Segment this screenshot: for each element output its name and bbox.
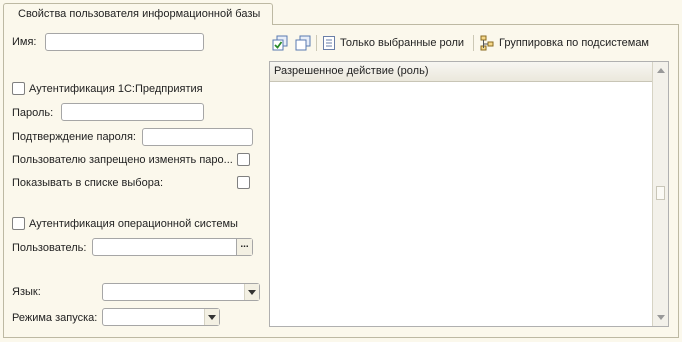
group-by-subsystems-button[interactable]: Группировка по подсистемам (479, 35, 649, 51)
language-select[interactable] (102, 283, 260, 301)
roles-table[interactable]: Разрешенное действие (роль) (269, 61, 669, 327)
tab-user-properties[interactable]: Свойства пользователя информационной баз… (3, 3, 273, 25)
language-label: Язык: (12, 286, 41, 298)
os-user-input[interactable]: ... (92, 238, 253, 256)
scroll-up-icon[interactable] (657, 68, 665, 73)
only-selected-roles-label: Только выбранные роли (340, 37, 465, 49)
auth-1c-checkbox[interactable] (12, 82, 25, 95)
tab-label: Свойства пользователя информационной баз… (18, 8, 261, 20)
group-by-subsystems-label: Группировка по подсистемам (499, 37, 649, 49)
column-header-role[interactable]: Разрешенное действие (роль) (270, 62, 652, 82)
show-in-list-label: Показывать в списке выбора: (12, 177, 164, 189)
confirm-password-input[interactable] (142, 128, 253, 146)
hierarchy-icon (480, 35, 494, 51)
user-label: Пользователь: (12, 242, 87, 254)
only-selected-roles-button[interactable]: Только выбранные роли (322, 35, 464, 51)
chevron-down-icon[interactable] (244, 284, 259, 300)
os-auth-checkbox[interactable] (12, 217, 25, 230)
select-user-button[interactable]: ... (236, 239, 252, 255)
uncheck-all-icon[interactable] (295, 35, 311, 51)
vertical-scrollbar[interactable] (652, 62, 668, 326)
forbid-password-change-checkbox[interactable] (237, 153, 250, 166)
scroll-down-icon[interactable] (657, 315, 665, 320)
check-all-icon[interactable] (272, 35, 288, 51)
name-label: Имя: (12, 36, 37, 48)
password-input[interactable] (61, 103, 204, 121)
launch-mode-label: Режима запуска: (12, 312, 98, 324)
toolbar-separator (316, 35, 317, 51)
scroll-thumb[interactable] (656, 186, 665, 200)
name-input[interactable] (45, 33, 204, 51)
chevron-down-icon[interactable] (204, 309, 219, 325)
password-label: Пароль: (12, 107, 54, 119)
auth-1c-label: Аутентификация 1С:Предприятия (29, 83, 203, 95)
forbid-password-change-label: Пользователю запрещено изменять паро... (12, 154, 233, 166)
launch-mode-select[interactable] (102, 308, 220, 326)
document-icon (323, 36, 335, 50)
confirm-password-label: Подтверждение пароля: (12, 131, 136, 143)
show-in-list-checkbox[interactable] (237, 176, 250, 189)
os-auth-label: Аутентификация операционной системы (29, 218, 238, 230)
toolbar-separator (473, 35, 474, 51)
